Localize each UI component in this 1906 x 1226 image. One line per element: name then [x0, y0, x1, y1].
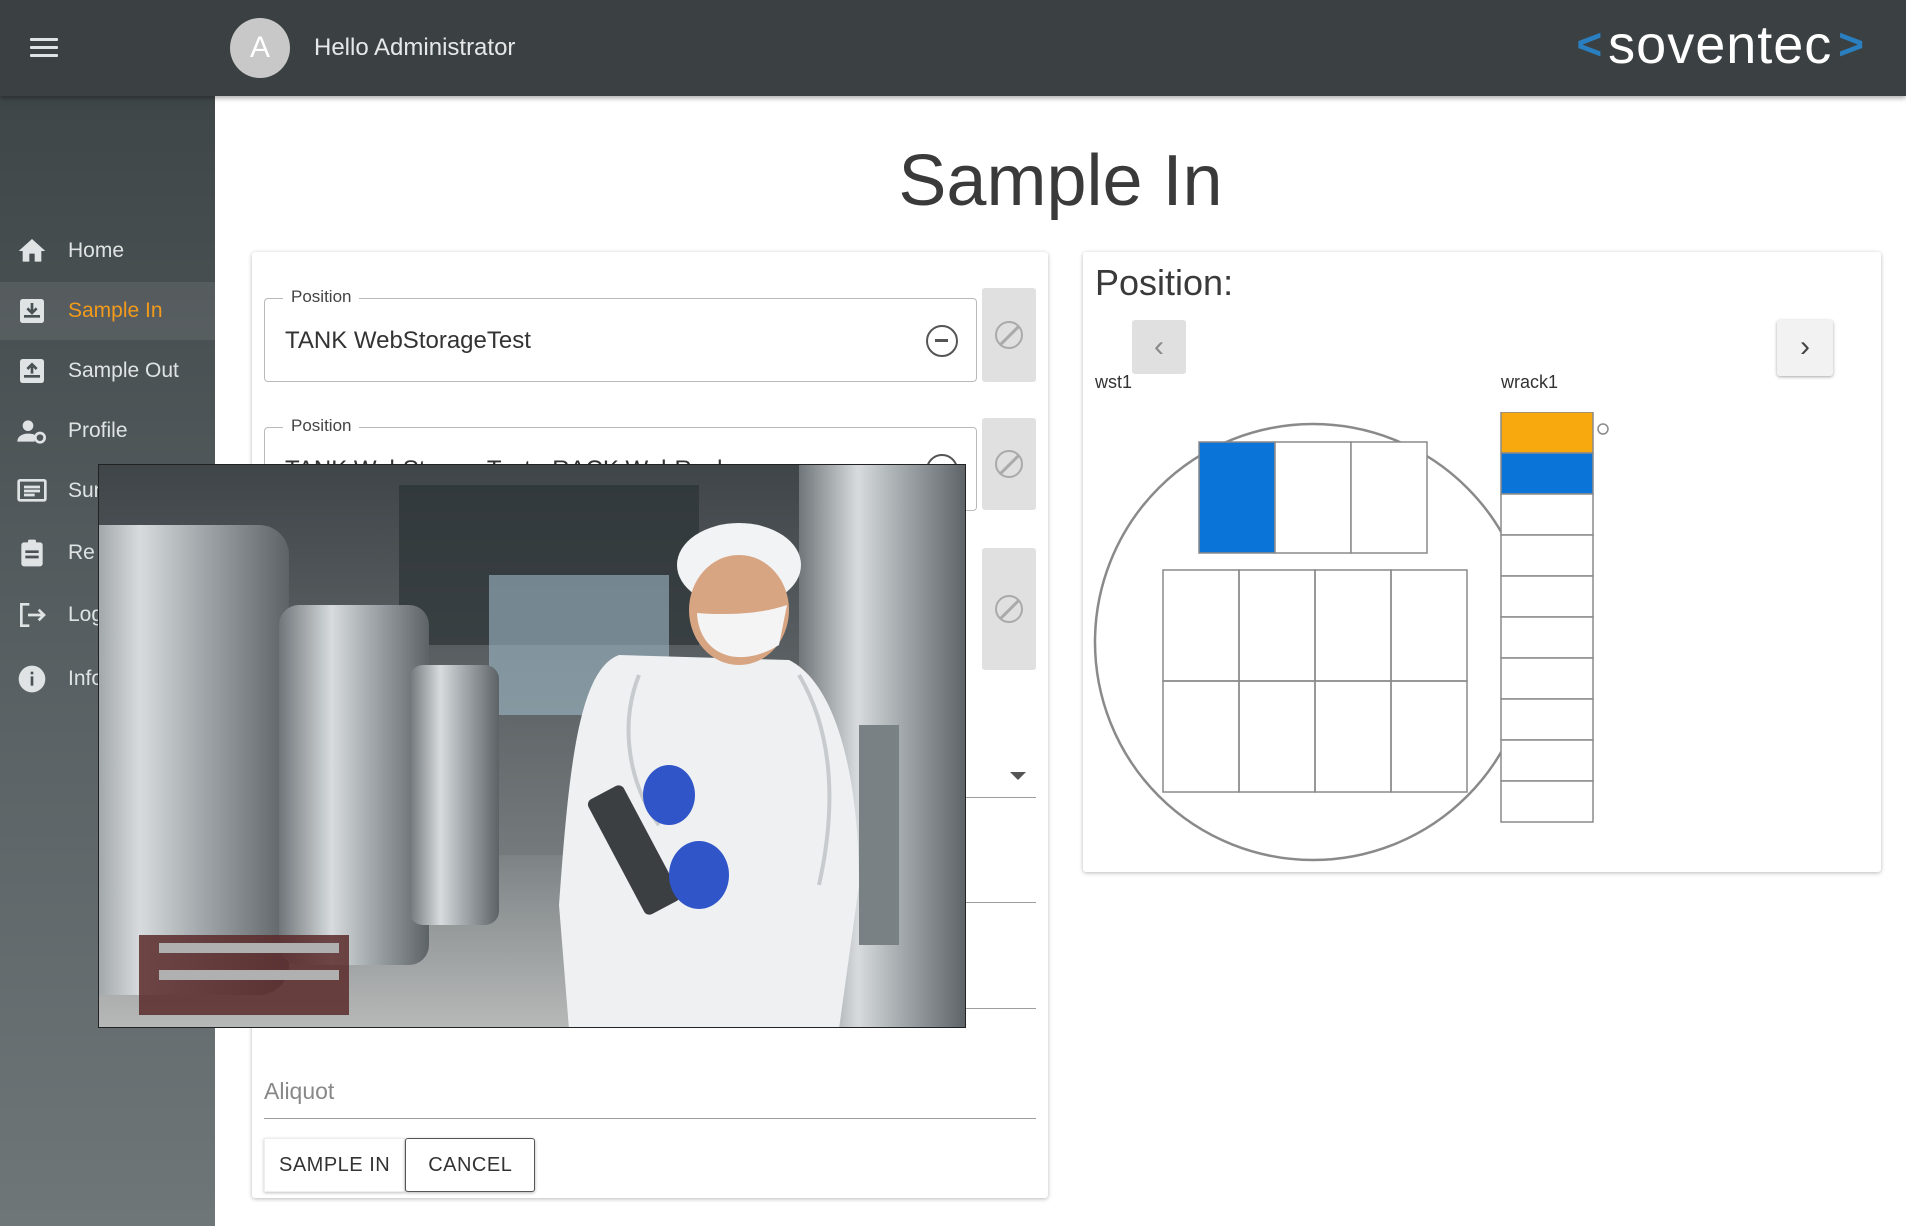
rack-label: wrack1 [1501, 372, 1559, 392]
inbox-in-icon [20, 299, 44, 323]
sidebar-item-sample-in[interactable]: Sample In [0, 282, 215, 340]
tank-cell[interactable] [1314, 569, 1392, 682]
worker-photo [98, 464, 966, 1028]
position-title: Position: [1095, 262, 1234, 303]
rack-slot[interactable] [1500, 534, 1594, 577]
user-gear-icon [17, 420, 46, 444]
sidebar-item-sample-out[interactable]: Sample Out [0, 342, 215, 400]
inbox-out-icon [20, 359, 44, 383]
block-icon [995, 321, 1023, 349]
rack-slot[interactable] [1500, 739, 1594, 782]
rack-slot[interactable] [1500, 575, 1594, 618]
position-map [1093, 412, 1609, 862]
tank-slot[interactable] [1198, 441, 1276, 554]
tank-cell[interactable] [1238, 569, 1316, 682]
position-field-tank[interactable]: Position TANK WebStorageTest [264, 287, 977, 382]
block-icon [995, 595, 1023, 623]
clear-position-button[interactable] [982, 288, 1036, 382]
sample-in-button[interactable]: SAMPLE IN [264, 1138, 406, 1192]
chevron-left-icon: ‹ [1154, 330, 1164, 363]
dropdown-arrow-icon[interactable] [1010, 772, 1026, 780]
next-button[interactable]: › [1777, 320, 1833, 376]
greeting-text: Hello Administrator [314, 34, 516, 61]
tank-cell[interactable] [1162, 569, 1240, 682]
rack-slot[interactable] [1500, 616, 1594, 659]
tank-cell[interactable] [1314, 680, 1392, 793]
chevron-right-icon: › [1800, 330, 1810, 363]
tank-label: wst1 [1095, 372, 1133, 392]
rack-slot[interactable] [1500, 452, 1594, 495]
previous-button[interactable]: ‹ [1132, 320, 1186, 374]
tank-cell[interactable] [1390, 569, 1468, 682]
home-icon [18, 239, 46, 262]
avatar[interactable]: A [230, 18, 290, 78]
block-icon [995, 450, 1023, 478]
position-panel: Position: ‹ › wst1 wrack1 [1083, 252, 1881, 872]
cancel-button[interactable]: CANCEL [405, 1138, 536, 1192]
rack-slot[interactable] [1500, 780, 1594, 823]
aliquot-input[interactable] [264, 1118, 1036, 1119]
top-bar: A Hello Administrator < soventec > [0, 0, 1906, 96]
soventec-logo: < soventec > [1576, 15, 1864, 75]
page-title: Sample In [898, 141, 1223, 221]
tank-cell[interactable] [1162, 680, 1240, 793]
info-icon [18, 665, 46, 693]
aliquot-label: Aliquot [264, 1078, 335, 1104]
clear-position-button[interactable] [982, 548, 1036, 670]
rack-slot[interactable] [1500, 657, 1594, 700]
clipboard-icon [21, 539, 43, 567]
form-actions: SAMPLE IN CANCEL [264, 1138, 536, 1192]
tank-slot[interactable] [1350, 441, 1428, 554]
remove-circle-icon[interactable] [926, 325, 958, 357]
logout-icon [20, 603, 46, 627]
tank-grid [1162, 569, 1468, 793]
hamburger-menu-icon[interactable] [22, 30, 66, 66]
tank-cell[interactable] [1390, 680, 1468, 793]
photo-image [99, 465, 965, 1027]
rack-slot[interactable] [1500, 698, 1594, 741]
list-icon [17, 479, 47, 502]
clear-position-button[interactable] [982, 418, 1036, 510]
sidebar-item-profile[interactable]: Profile [0, 402, 215, 460]
tank-slot[interactable] [1274, 441, 1352, 554]
tank-cell[interactable] [1238, 680, 1316, 793]
sidebar-item-home[interactable]: Home [0, 222, 215, 280]
rack-slot[interactable] [1500, 493, 1594, 536]
rack-indicator [1597, 423, 1609, 435]
rack-slot[interactable] [1500, 412, 1594, 454]
